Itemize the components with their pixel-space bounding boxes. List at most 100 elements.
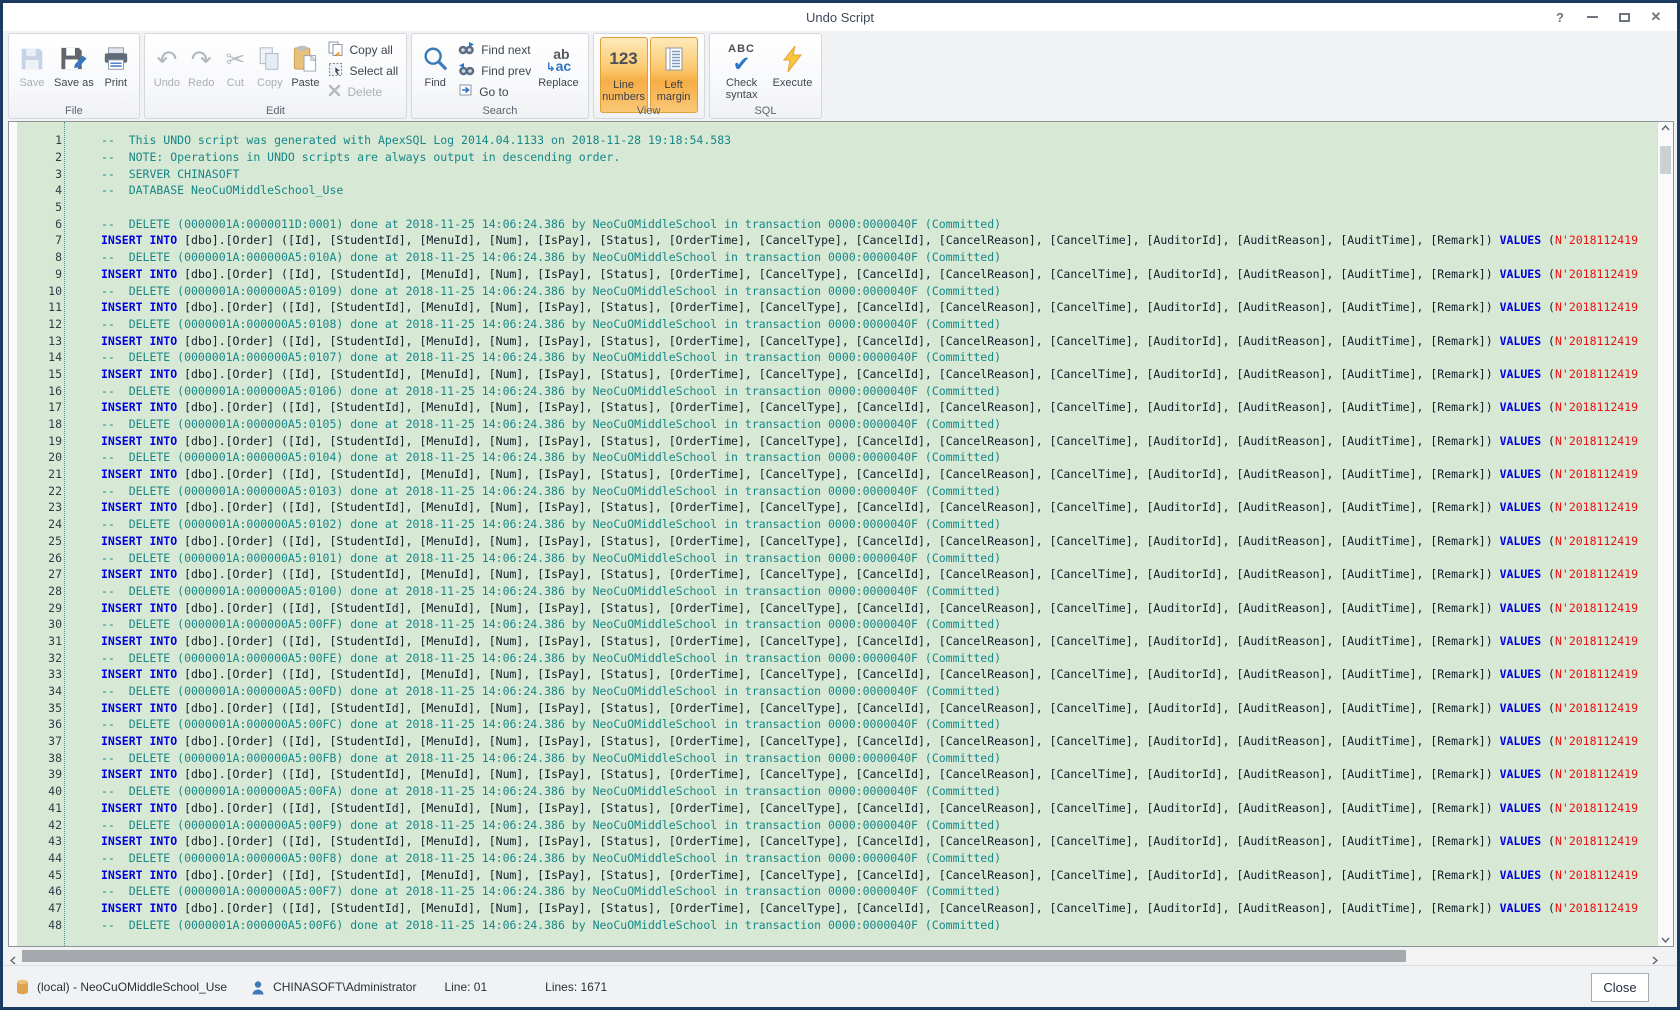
copy-all-button[interactable]: Copy all bbox=[325, 41, 401, 58]
paste-button[interactable]: Paste bbox=[287, 36, 323, 104]
save-as-button[interactable]: Save as bbox=[50, 36, 98, 104]
go-to-button[interactable]: Go to bbox=[455, 83, 534, 100]
save-button[interactable]: Save bbox=[14, 36, 50, 104]
code-line[interactable]: 18-- DELETE (0000001A:000000A5:0105) don… bbox=[18, 416, 1657, 433]
code-line[interactable]: 5 bbox=[18, 199, 1657, 216]
code-text: INSERT INTO [dbo].[Order] ([Id], [Studen… bbox=[101, 233, 1638, 247]
save-as-label: Save as bbox=[54, 77, 94, 89]
find-prev-button[interactable]: Find prev bbox=[455, 62, 534, 79]
line-number: 41 bbox=[18, 801, 62, 815]
scroll-down-icon[interactable] bbox=[1658, 937, 1673, 943]
code-line[interactable]: 3-- SERVER CHINASOFT bbox=[18, 165, 1657, 182]
code-line[interactable]: 32-- DELETE (0000001A:000000A5:00FE) don… bbox=[18, 649, 1657, 666]
code-line[interactable]: 13INSERT INTO [dbo].[Order] ([Id], [Stud… bbox=[18, 332, 1657, 349]
code-line[interactable]: 14-- DELETE (0000001A:000000A5:0107) don… bbox=[18, 349, 1657, 366]
code-line[interactable]: 22-- DELETE (0000001A:000000A5:0103) don… bbox=[18, 482, 1657, 499]
code-text: INSERT INTO [dbo].[Order] ([Id], [Studen… bbox=[101, 767, 1638, 781]
delete-icon bbox=[328, 84, 341, 100]
scroll-up-icon[interactable] bbox=[1658, 125, 1673, 131]
code-line[interactable]: 2-- NOTE: Operations in UNDO scripts are… bbox=[18, 149, 1657, 166]
code-line[interactable]: 48-- DELETE (0000001A:000000A5:00F6) don… bbox=[18, 916, 1657, 933]
code-line[interactable]: 37INSERT INTO [dbo].[Order] ([Id], [Stud… bbox=[18, 733, 1657, 750]
code-text: INSERT INTO [dbo].[Order] ([Id], [Studen… bbox=[101, 334, 1638, 348]
help-button[interactable]: ? bbox=[1549, 6, 1571, 28]
code-line[interactable]: 44-- DELETE (0000001A:000000A5:00F8) don… bbox=[18, 850, 1657, 867]
code-line[interactable]: 42-- DELETE (0000001A:000000A5:00F9) don… bbox=[18, 816, 1657, 833]
code-line[interactable]: 25INSERT INTO [dbo].[Order] ([Id], [Stud… bbox=[18, 533, 1657, 550]
code-line[interactable]: 1-- This UNDO script was generated with … bbox=[18, 132, 1657, 149]
code-line[interactable]: 24-- DELETE (0000001A:000000A5:0102) don… bbox=[18, 516, 1657, 533]
cut-button[interactable]: ✂ Cut bbox=[218, 36, 252, 104]
find-button[interactable]: Find bbox=[417, 36, 453, 104]
code-line[interactable]: 29INSERT INTO [dbo].[Order] ([Id], [Stud… bbox=[18, 599, 1657, 616]
code-line[interactable]: 36-- DELETE (0000001A:000000A5:00FC) don… bbox=[18, 716, 1657, 733]
close-window-button[interactable]: ✕ bbox=[1645, 6, 1667, 28]
vertical-scrollbar[interactable] bbox=[1657, 122, 1673, 946]
undo-button[interactable]: ↶ Undo bbox=[150, 36, 184, 104]
left-margin-toggle[interactable]: Left margin bbox=[650, 37, 698, 113]
code-line[interactable]: 45INSERT INTO [dbo].[Order] ([Id], [Stud… bbox=[18, 866, 1657, 883]
line-number: 16 bbox=[18, 384, 62, 398]
sql-editor[interactable]: 1-- This UNDO script was generated with … bbox=[8, 121, 1674, 947]
line-number: 14 bbox=[18, 350, 62, 364]
user-icon bbox=[251, 980, 265, 995]
code-line[interactable]: 30-- DELETE (0000001A:000000A5:00FF) don… bbox=[18, 616, 1657, 633]
delete-button[interactable]: Delete bbox=[325, 83, 401, 100]
code-line[interactable]: 43INSERT INTO [dbo].[Order] ([Id], [Stud… bbox=[18, 833, 1657, 850]
code-line[interactable]: 12-- DELETE (0000001A:000000A5:0108) don… bbox=[18, 316, 1657, 333]
code-line[interactable]: 34-- DELETE (0000001A:000000A5:00FD) don… bbox=[18, 683, 1657, 700]
redo-icon: ↷ bbox=[191, 39, 212, 73]
code-text: -- DELETE (0000001A:000000A5:0103) done … bbox=[101, 484, 1001, 498]
close-button[interactable]: Close bbox=[1591, 973, 1649, 1002]
code-text: -- SERVER CHINASOFT bbox=[101, 167, 239, 181]
code-line[interactable]: 33INSERT INTO [dbo].[Order] ([Id], [Stud… bbox=[18, 666, 1657, 683]
code-line[interactable]: 20-- DELETE (0000001A:000000A5:0104) don… bbox=[18, 449, 1657, 466]
code-line[interactable]: 46-- DELETE (0000001A:000000A5:00F7) don… bbox=[18, 883, 1657, 900]
code-line[interactable]: 47INSERT INTO [dbo].[Order] ([Id], [Stud… bbox=[18, 900, 1657, 917]
code-line[interactable]: 4-- DATABASE NeoCuOMiddleSchool_Use bbox=[18, 182, 1657, 199]
code-line[interactable]: 19INSERT INTO [dbo].[Order] ([Id], [Stud… bbox=[18, 432, 1657, 449]
horizontal-scrollbar[interactable] bbox=[8, 949, 1661, 963]
replace-button[interactable]: ab↳ac Replace bbox=[534, 36, 582, 104]
code-line[interactable]: 21INSERT INTO [dbo].[Order] ([Id], [Stud… bbox=[18, 466, 1657, 483]
code-line[interactable]: 15INSERT INTO [dbo].[Order] ([Id], [Stud… bbox=[18, 366, 1657, 383]
code-line[interactable]: 40-- DELETE (0000001A:000000A5:00FA) don… bbox=[18, 783, 1657, 800]
code-line[interactable]: 11INSERT INTO [dbo].[Order] ([Id], [Stud… bbox=[18, 299, 1657, 316]
code-line[interactable]: 31INSERT INTO [dbo].[Order] ([Id], [Stud… bbox=[18, 633, 1657, 650]
code-line[interactable]: 7INSERT INTO [dbo].[Order] ([Id], [Stude… bbox=[18, 232, 1657, 249]
copy-button[interactable]: Copy bbox=[252, 36, 287, 104]
code-text: -- DELETE (0000001A:000000A5:0100) done … bbox=[101, 584, 1001, 598]
code-line[interactable]: 16-- DELETE (0000001A:000000A5:0106) don… bbox=[18, 382, 1657, 399]
code-text: -- DELETE (0000001A:000000A5:0109) done … bbox=[101, 284, 1001, 298]
code-text: INSERT INTO [dbo].[Order] ([Id], [Studen… bbox=[101, 734, 1638, 748]
code-line[interactable]: 17INSERT INTO [dbo].[Order] ([Id], [Stud… bbox=[18, 399, 1657, 416]
minimize-button[interactable] bbox=[1581, 6, 1603, 28]
print-button[interactable]: Print bbox=[98, 36, 134, 104]
code-line[interactable]: 8-- DELETE (0000001A:000000A5:010A) done… bbox=[18, 249, 1657, 266]
check-syntax-button[interactable]: ABC✔ Check syntax bbox=[715, 36, 769, 104]
code-line[interactable]: 39INSERT INTO [dbo].[Order] ([Id], [Stud… bbox=[18, 766, 1657, 783]
code-line[interactable]: 23INSERT INTO [dbo].[Order] ([Id], [Stud… bbox=[18, 499, 1657, 516]
horizontal-scrollbar-thumb[interactable] bbox=[22, 950, 1406, 962]
code-area[interactable]: 1-- This UNDO script was generated with … bbox=[18, 122, 1657, 946]
code-lines: 1-- This UNDO script was generated with … bbox=[18, 132, 1657, 933]
maximize-button[interactable] bbox=[1613, 6, 1635, 28]
code-line[interactable]: 28-- DELETE (0000001A:000000A5:0100) don… bbox=[18, 583, 1657, 600]
find-next-button[interactable]: Find next bbox=[455, 41, 534, 58]
code-line[interactable]: 38-- DELETE (0000001A:000000A5:00FB) don… bbox=[18, 749, 1657, 766]
select-all-button[interactable]: Select all bbox=[325, 62, 401, 79]
code-line[interactable]: 6-- DELETE (0000001A:0000011D:0001) done… bbox=[18, 215, 1657, 232]
code-line[interactable]: 35INSERT INTO [dbo].[Order] ([Id], [Stud… bbox=[18, 699, 1657, 716]
code-line[interactable]: 41INSERT INTO [dbo].[Order] ([Id], [Stud… bbox=[18, 800, 1657, 817]
code-text: -- DELETE (0000001A:000000A5:00FE) done … bbox=[101, 651, 1001, 665]
vertical-scrollbar-thumb[interactable] bbox=[1660, 146, 1671, 174]
code-line[interactable]: 9INSERT INTO [dbo].[Order] ([Id], [Stude… bbox=[18, 266, 1657, 283]
ribbon-group-search: Find Find next Find prev bbox=[411, 33, 588, 119]
code-line[interactable]: 10-- DELETE (0000001A:000000A5:0109) don… bbox=[18, 282, 1657, 299]
execute-button[interactable]: Execute bbox=[769, 36, 817, 104]
line-numbers-toggle[interactable]: 123 Line numbers bbox=[600, 37, 648, 113]
code-line[interactable]: 27INSERT INTO [dbo].[Order] ([Id], [Stud… bbox=[18, 566, 1657, 583]
save-label: Save bbox=[19, 77, 44, 89]
code-line[interactable]: 26-- DELETE (0000001A:000000A5:0101) don… bbox=[18, 549, 1657, 566]
redo-button[interactable]: ↷ Redo bbox=[184, 36, 218, 104]
